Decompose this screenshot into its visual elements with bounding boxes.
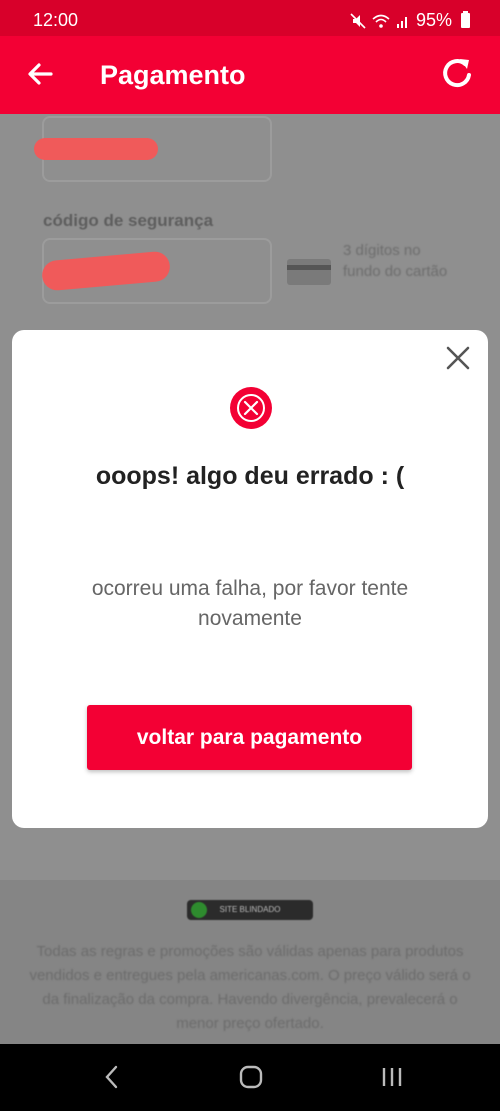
security-seal: SITE BLINDADO xyxy=(187,900,313,920)
dialog-title: ooops! algo deu errado : ( xyxy=(95,462,405,490)
refresh-icon[interactable] xyxy=(438,53,478,93)
footer: SITE BLINDADO Todas as regras e promoçõe… xyxy=(0,880,500,1044)
security-code-label: código de segurança xyxy=(43,211,214,230)
disclaimer-text: Todas as regras e promoções são válidas … xyxy=(29,943,471,1032)
back-nav-icon[interactable] xyxy=(92,1062,132,1092)
home-nav-icon[interactable] xyxy=(231,1062,271,1092)
card-number-field xyxy=(34,116,272,182)
dialog-message: ocorreu uma falha, por favor tente novam… xyxy=(91,577,409,630)
battery-percent: 95% xyxy=(415,10,452,30)
error-x-icon xyxy=(230,387,272,429)
error-dialog: ooops! algo deu errado : ( ocorreu uma f… xyxy=(12,330,488,828)
battery-icon xyxy=(461,11,470,28)
back-to-payment-button[interactable]: voltar para pagamento xyxy=(87,705,412,770)
signal-icon xyxy=(396,16,407,28)
system-nav-bar xyxy=(0,1044,500,1111)
status-time: 12:00 xyxy=(33,10,79,30)
seal-text: SITE BLINDADO xyxy=(219,905,281,914)
close-icon[interactable] xyxy=(444,344,472,372)
page-title: Pagamento xyxy=(100,60,246,90)
security-code-hint: 3 dígitos no fundo do cartão xyxy=(343,242,448,280)
mute-icon xyxy=(350,12,366,29)
recents-nav-icon[interactable] xyxy=(372,1062,412,1092)
wifi-icon xyxy=(372,14,390,28)
redaction-mark xyxy=(34,138,158,160)
status-icons: 95% xyxy=(350,10,470,31)
app-bar: Pagamento xyxy=(0,36,500,114)
arrow-left-icon[interactable] xyxy=(25,54,55,94)
redaction-mark xyxy=(40,250,172,292)
status-bar: 12:00 95% xyxy=(0,0,500,36)
card-back-icon xyxy=(287,259,331,285)
shield-icon xyxy=(191,902,207,918)
security-code-field xyxy=(40,238,272,304)
